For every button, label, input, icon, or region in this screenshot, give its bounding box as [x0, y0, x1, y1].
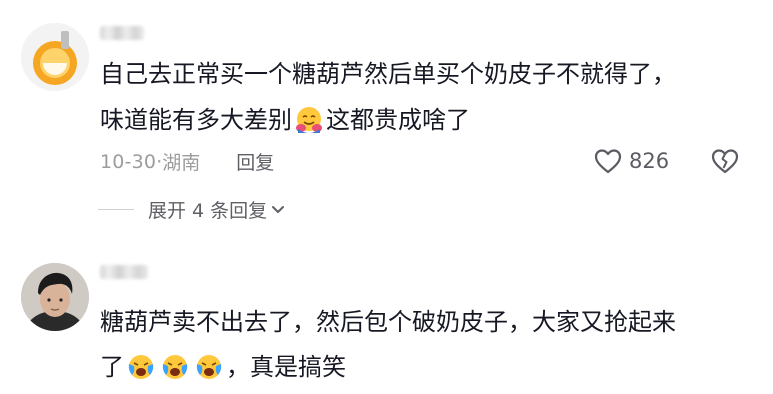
hugging-face-icon — [296, 107, 322, 133]
avatar[interactable] — [21, 263, 89, 331]
heart-icon — [594, 149, 622, 174]
crying-face-icon — [196, 355, 222, 379]
chevron-down-icon — [272, 205, 285, 213]
comment-date: 10-30 — [100, 150, 157, 173]
comment-text-segment: 了 — [100, 353, 124, 381]
comment-text-segment: ，真是搞笑 — [226, 353, 346, 381]
like-button[interactable]: 826 — [593, 147, 669, 175]
broken-heart-icon — [711, 149, 739, 174]
person-avatar-icon — [21, 263, 89, 331]
crying-face-icon — [162, 355, 188, 379]
dislike-button[interactable] — [710, 147, 740, 179]
username[interactable] — [100, 265, 148, 279]
expand-replies-label: 展开 4 条回复 — [148, 200, 268, 222]
username[interactable] — [100, 26, 144, 40]
comment-text: 糖葫芦卖不出去了，然后包个破奶皮子，大家又抢起来 — [100, 308, 676, 336]
divider — [98, 209, 134, 210]
comment-text-line-2: 了 ，真是搞笑 — [100, 351, 346, 383]
comment-text: 自己去正常买一个糖葫芦然后单买个奶皮子不就得了， — [100, 60, 676, 88]
reply-button[interactable]: 回复 — [236, 148, 274, 175]
like-count: 826 — [629, 149, 670, 173]
expand-replies-button[interactable]: 展开 4 条回复 — [98, 196, 285, 223]
comment-location: 湖南 — [162, 152, 201, 174]
orange-avatar-icon — [21, 23, 89, 91]
comment-text-line-2: 味道能有多大差别 这都贵成啥了 — [100, 104, 470, 136]
crying-face-icon — [128, 355, 154, 379]
comment-meta: 10-30 · 湖南 回复 — [100, 148, 274, 175]
avatar[interactable] — [21, 23, 89, 91]
comment-text-segment: 味道能有多大差别 — [100, 106, 292, 134]
comment-text-segment: 这都贵成啥了 — [326, 106, 470, 134]
